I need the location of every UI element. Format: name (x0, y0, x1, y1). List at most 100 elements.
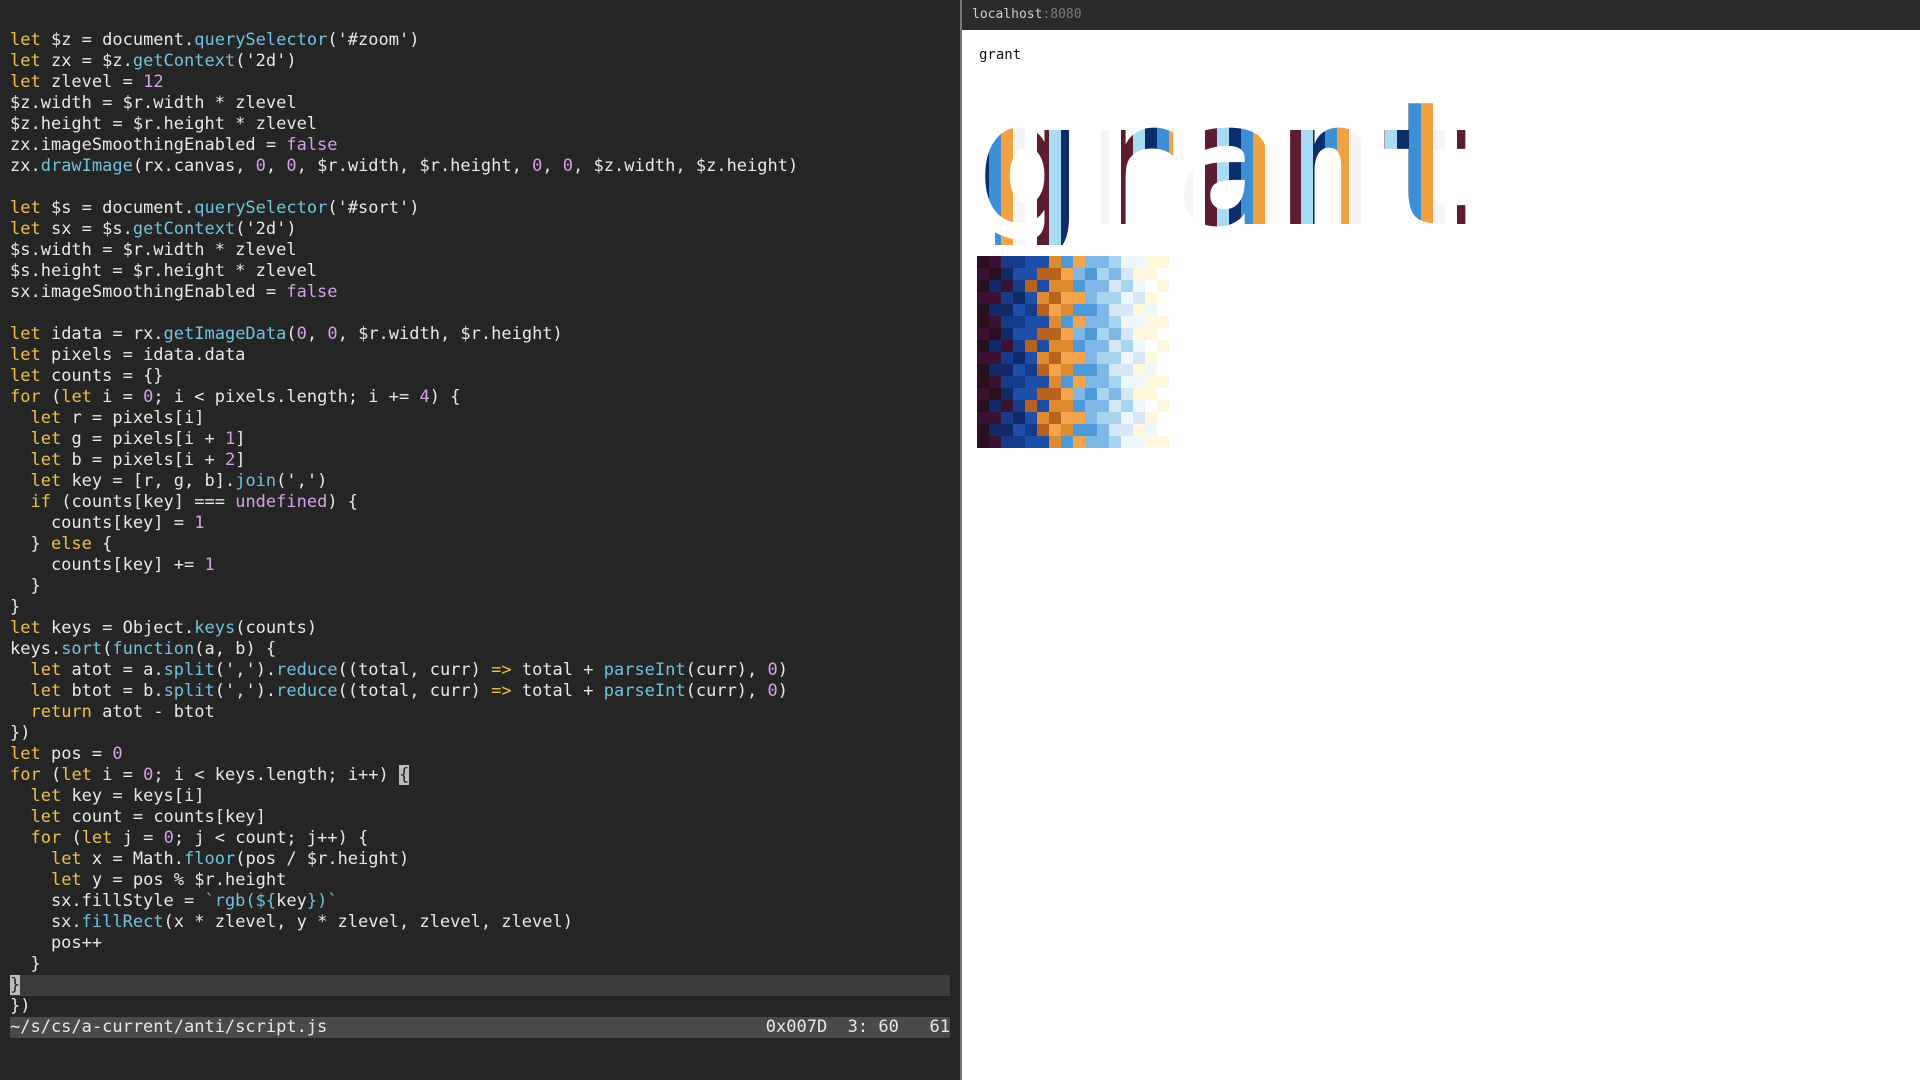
sorted-color-pixel (1061, 412, 1073, 424)
sorted-color-pixel (1097, 412, 1109, 424)
code-line[interactable]: zx.drawImage(rx.canvas, 0, 0, $r.width, … (10, 156, 950, 177)
code-line[interactable]: let $z = document.querySelector('#zoom') (10, 30, 950, 51)
sorted-color-pixel (1145, 400, 1157, 412)
sorted-color-pixel (1085, 328, 1097, 340)
sorted-color-pixel (1073, 256, 1085, 268)
code-line[interactable]: for (let i = 0; i < keys.length; i++) { (10, 765, 950, 786)
sorted-color-pixel (1037, 412, 1049, 424)
sorted-color-pixel (1061, 268, 1073, 280)
code-line[interactable]: let y = pos % $r.height (10, 870, 950, 891)
sorted-color-pixel (1085, 316, 1097, 328)
code-line[interactable]: let g = pixels[i + 1] (10, 429, 950, 450)
sorted-color-pixel (1061, 424, 1073, 436)
code-line[interactable]: } (10, 954, 950, 975)
code-line[interactable]: if (counts[key] === undefined) { (10, 492, 950, 513)
code-line[interactable]: for (let j = 0; j < count; j++) { (10, 828, 950, 849)
code-line[interactable]: $z.height = $r.height * zlevel (10, 114, 950, 135)
code-line[interactable]: let key = keys[i] (10, 786, 950, 807)
sorted-color-pixel (1001, 436, 1013, 448)
code-line[interactable]: sx.fillStyle = `rgb(${key})` (10, 891, 950, 912)
code-line[interactable]: let atot = a.split(',').reduce((total, c… (10, 660, 950, 681)
code-line[interactable]: counts[key] += 1 (10, 555, 950, 576)
sorted-color-pixel (1085, 388, 1097, 400)
code-editor[interactable]: let $z = document.querySelector('#zoom')… (0, 0, 960, 1080)
sorted-color-pixel (1025, 268, 1037, 280)
sorted-color-pixel (1109, 436, 1121, 448)
code-line[interactable]: return atot - btot (10, 702, 950, 723)
sorted-color-pixel (1013, 352, 1025, 364)
code-line[interactable]: let zx = $z.getContext('2d') (10, 51, 950, 72)
code-line[interactable]: let b = pixels[i + 2] (10, 450, 950, 471)
code-line[interactable]: let r = pixels[i] (10, 408, 950, 429)
sorted-color-pixel (1037, 328, 1049, 340)
sorted-color-pixel (989, 400, 1001, 412)
sorted-color-pixel (1025, 304, 1037, 316)
sorted-color-pixel (1049, 436, 1061, 448)
code-line[interactable]: let x = Math.floor(pos / $r.height) (10, 849, 950, 870)
code-line[interactable]: } (10, 597, 950, 618)
sorted-color-pixel (1001, 352, 1013, 364)
code-line[interactable]: counts[key] = 1 (10, 513, 950, 534)
sorted-color-pixel (1109, 256, 1121, 268)
sorted-color-pixel (1145, 256, 1157, 268)
sorted-color-pixel (989, 352, 1001, 364)
code-line[interactable]: zx.imageSmoothingEnabled = false (10, 135, 950, 156)
code-line[interactable]: } else { (10, 534, 950, 555)
code-line[interactable]: let $s = document.querySelector('#sort') (10, 198, 950, 219)
sorted-color-pixel (1145, 376, 1157, 388)
code-line[interactable]: let keys = Object.keys(counts) (10, 618, 950, 639)
sorted-color-pixel (1121, 352, 1133, 364)
code-line[interactable]: let key = [r, g, b].join(',') (10, 471, 950, 492)
sorted-color-pixel (1109, 376, 1121, 388)
sorted-color-pixel (1097, 292, 1109, 304)
code-line[interactable]: keys.sort(function(a, b) { (10, 639, 950, 660)
code-line[interactable]: $z.width = $r.width * zlevel (10, 93, 950, 114)
code-line[interactable]: }) (10, 996, 950, 1017)
code-line[interactable]: let pixels = idata.data (10, 345, 950, 366)
sorted-color-pixel (1109, 388, 1121, 400)
sorted-color-pixel (1145, 388, 1157, 400)
sorted-color-pixel (1109, 304, 1121, 316)
sorted-color-pixel (1133, 316, 1145, 328)
sorted-color-pixel (1073, 412, 1085, 424)
code-line[interactable] (10, 303, 950, 324)
sorted-color-pixel (1133, 352, 1145, 364)
sorted-color-pixel (1061, 400, 1073, 412)
sorted-color-pixel (1157, 412, 1169, 424)
sorted-color-pixel (1133, 376, 1145, 388)
url-host: localhost (972, 7, 1043, 22)
sorted-color-pixel (1073, 340, 1085, 352)
code-line[interactable]: } (10, 576, 950, 597)
code-line[interactable]: let sx = $s.getContext('2d') (10, 219, 950, 240)
sorted-color-pixel (1013, 376, 1025, 388)
code-line[interactable]: for (let i = 0; i < pixels.length; i += … (10, 387, 950, 408)
sorted-color-pixel (1049, 292, 1061, 304)
sorted-color-pixel (1157, 292, 1169, 304)
code-area[interactable]: let $z = document.querySelector('#zoom')… (10, 30, 950, 1017)
code-line[interactable]: let idata = rx.getImageData(0, 0, $r.wid… (10, 324, 950, 345)
status-bar: ~/s/cs/a-current/anti/script.js 0x007D 3… (10, 1017, 950, 1038)
code-line[interactable]: let btot = b.split(',').reduce((total, c… (10, 681, 950, 702)
address-bar[interactable]: localhost:8080 (962, 0, 1920, 30)
code-line[interactable]: }) (10, 723, 950, 744)
sorted-color-pixel (1157, 340, 1169, 352)
sorted-color-pixel (1037, 352, 1049, 364)
sorted-color-pixel (1133, 388, 1145, 400)
code-line[interactable]: $s.width = $r.width * zlevel (10, 240, 950, 261)
code-line[interactable]: } (10, 975, 950, 996)
code-line[interactable]: pos++ (10, 933, 950, 954)
code-line[interactable]: sx.fillRect(x * zlevel, y * zlevel, zlev… (10, 912, 950, 933)
sorted-color-pixel (1157, 364, 1169, 376)
sorted-color-pixel (1157, 256, 1169, 268)
code-line[interactable]: let count = counts[key] (10, 807, 950, 828)
code-line[interactable]: sx.imageSmoothingEnabled = false (10, 282, 950, 303)
sorted-color-pixel (1073, 292, 1085, 304)
code-line[interactable] (10, 177, 950, 198)
sorted-color-pixel (1121, 280, 1133, 292)
sorted-color-pixel (1133, 292, 1145, 304)
code-line[interactable]: let counts = {} (10, 366, 950, 387)
code-line[interactable]: $s.height = $r.height * zlevel (10, 261, 950, 282)
code-line[interactable]: let zlevel = 12 (10, 72, 950, 93)
sorted-color-pixel (1001, 292, 1013, 304)
code-line[interactable]: let pos = 0 (10, 744, 950, 765)
